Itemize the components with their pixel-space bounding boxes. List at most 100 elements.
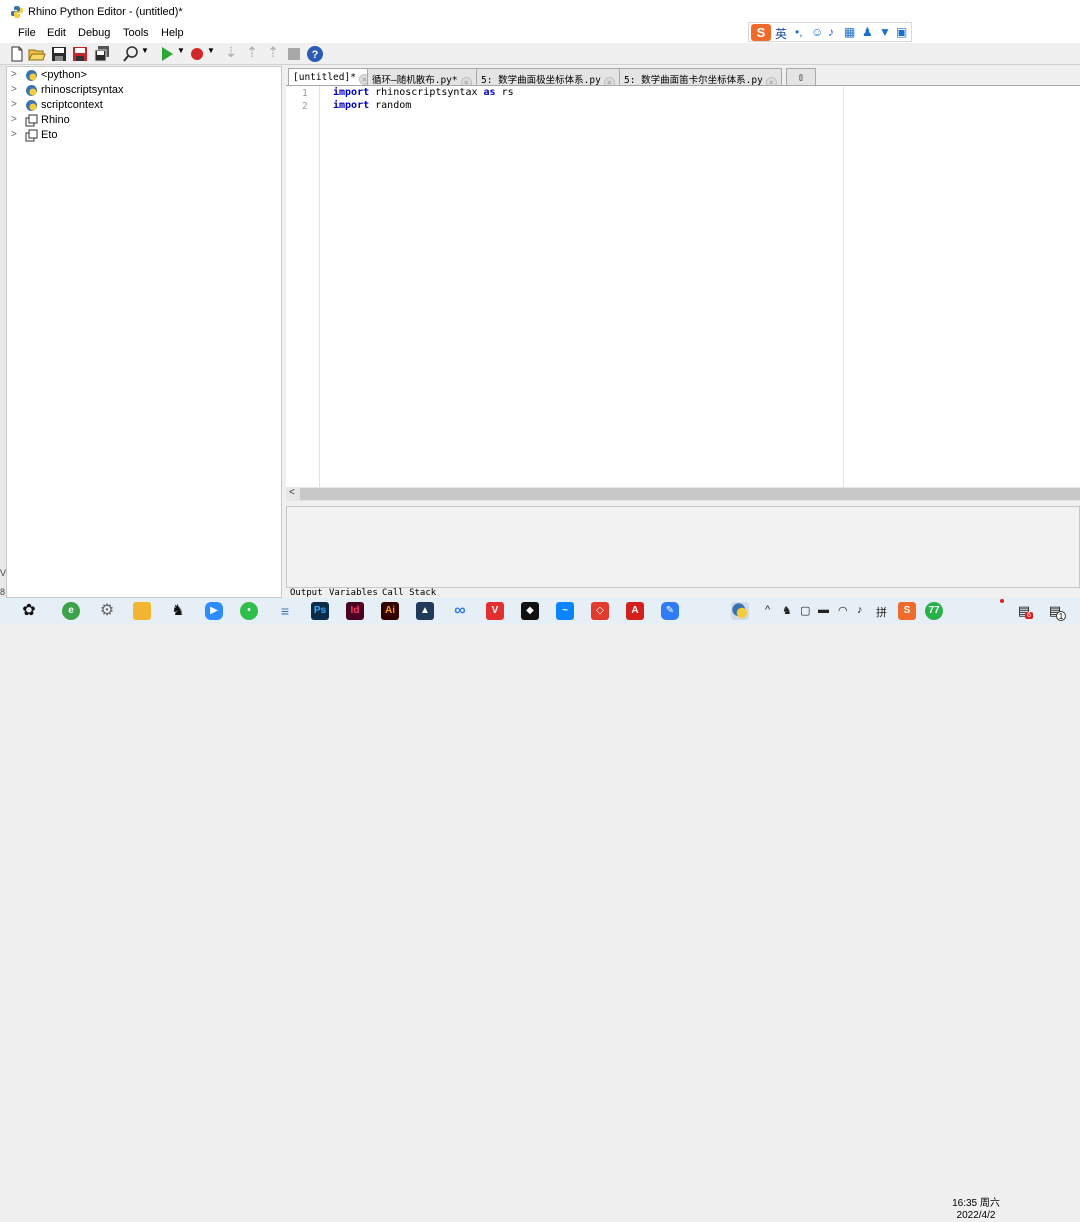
step-out-icon[interactable]: ⇡ (264, 44, 282, 62)
tab-call-stack[interactable]: Call Stack (382, 588, 436, 598)
save-as-icon[interactable] (71, 45, 89, 63)
qq-tray-icon[interactable]: ♞ (782, 604, 792, 617)
new-file-icon[interactable] (8, 45, 26, 63)
scroll-left-icon[interactable]: < (289, 487, 295, 498)
photoshop-icon[interactable]: Ps (311, 602, 329, 620)
chevron-right-icon[interactable]: > (11, 69, 21, 80)
illustrator-icon[interactable]: Ai (381, 602, 399, 620)
clock-time: 16:35 周六 (952, 1198, 1000, 1209)
ime-mode[interactable]: 英 (775, 25, 787, 42)
chevron-right-icon[interactable]: > (11, 114, 21, 125)
settings-gear-icon[interactable]: ⚙ (98, 602, 116, 620)
ime-toolbar[interactable]: S 英 •, ☺ ♪ ▦ ♟ ▼ ▣ (748, 22, 912, 42)
input-method-icon[interactable]: 拼 (876, 604, 887, 620)
tab-cartesian-surface[interactable]: 5: 数学曲面笛卡尔坐标体系.py × (619, 68, 782, 88)
code-keyword: import (333, 87, 370, 98)
tab-polar-surface[interactable]: 5: 数学曲面极坐标体系.py × (476, 68, 620, 88)
punctuation-icon[interactable]: •, (795, 25, 803, 39)
vray-icon[interactable]: V (486, 602, 504, 620)
chevron-right-icon[interactable]: > (11, 129, 21, 140)
battery-icon[interactable]: ▬ (818, 604, 829, 616)
tab-random-scatter[interactable]: 循环—随机散布.py* × (367, 68, 477, 88)
code-text: rhinoscriptsyntax (369, 87, 484, 98)
title-bar: Rhino Python Editor - (untitled)* (0, 0, 1080, 24)
breakpoint-icon[interactable] (188, 45, 206, 63)
microphone-icon[interactable]: ♪ (828, 25, 834, 39)
cat-app-icon[interactable]: ▲ (416, 602, 434, 620)
chat-tray-icon[interactable]: 77 (925, 602, 943, 620)
help-icon[interactable]: ? (306, 45, 324, 63)
tab-output[interactable]: Output (290, 588, 323, 598)
save-all-icon[interactable] (93, 45, 111, 63)
find-dropdown-icon[interactable]: ▼ (141, 46, 149, 64)
display-icon[interactable]: ▢ (800, 604, 810, 617)
stop-icon[interactable] (285, 45, 303, 63)
menu-edit[interactable]: Edit (45, 27, 68, 39)
acrobat-icon[interactable]: A (626, 602, 644, 620)
python-active-icon[interactable] (731, 602, 749, 620)
skin-icon[interactable]: ♟ (862, 25, 873, 39)
code-editor[interactable]: 1 2 import rhinoscriptsyntax as rs impor… (286, 85, 1080, 488)
indesign-icon[interactable]: Id (346, 602, 364, 620)
clock-dot-indicator (1000, 599, 1004, 603)
menu-help[interactable]: Help (159, 27, 186, 39)
tree-item-label: Rhino (41, 114, 70, 126)
menu-file[interactable]: File (16, 27, 38, 39)
baidu-netdisk-icon[interactable]: ∞ (451, 602, 469, 620)
tree-item-label: Eto (41, 129, 58, 141)
sketchup-icon[interactable]: ◇ (591, 602, 609, 620)
wifi-icon[interactable]: ◠ (838, 604, 848, 617)
system-clock[interactable]: 16:35 周六 2022/4/2 (952, 1198, 1000, 1222)
code-keyword: as (483, 87, 496, 98)
tab-untitled[interactable]: [untitled]* × (288, 68, 375, 85)
python-logo-icon (11, 6, 23, 18)
cloud-app-icon[interactable]: ~ (556, 602, 574, 620)
breakpoint-dropdown-icon[interactable]: ▼ (207, 46, 215, 64)
namespace-icon (25, 114, 38, 127)
scrollbar-thumb[interactable] (300, 488, 1080, 500)
step-into-icon[interactable]: ⇣ (222, 44, 240, 62)
step-over-icon[interactable]: ⇡ (243, 44, 261, 62)
open-folder-icon[interactable] (28, 45, 46, 63)
sogou-logo-icon[interactable]: S (751, 24, 771, 41)
python-icon (26, 85, 37, 96)
lark-icon[interactable]: ✎ (661, 602, 679, 620)
code-line[interactable]: import random (333, 100, 411, 111)
chevron-right-icon[interactable]: > (11, 99, 21, 110)
notification-badge: 1 (1056, 611, 1066, 621)
video-meeting-icon[interactable]: ▶ (205, 602, 223, 620)
python-icon (26, 100, 37, 111)
emoji-icon[interactable]: ☺ (811, 25, 823, 39)
tab-label: [untitled]* (293, 72, 356, 83)
run-icon[interactable] (158, 45, 176, 63)
menu-debug[interactable]: Debug (76, 27, 112, 39)
find-icon[interactable] (122, 45, 140, 63)
file-explorer-icon[interactable] (133, 602, 151, 620)
shirt-icon[interactable]: ▼ (879, 25, 891, 39)
qq-icon[interactable]: ♞ (169, 602, 187, 620)
start-menu-icon[interactable]: ✿ (20, 602, 38, 620)
autocomplete-tree-panel[interactable]: > <python> > rhinoscriptsyntax > scriptc… (6, 66, 282, 598)
menu-bar: File Edit Debug Tools Help (0, 24, 1080, 43)
code-text: rs (495, 87, 514, 98)
rhino-icon[interactable]: ◆ (521, 602, 539, 620)
new-tab-button[interactable]: ▯ (786, 68, 816, 85)
sogou-tray-icon[interactable]: S (898, 602, 916, 620)
tray-overflow-icon[interactable]: ^ (765, 604, 770, 616)
code-line[interactable]: import rhinoscriptsyntax as rs (333, 87, 514, 98)
output-panel[interactable] (286, 506, 1080, 588)
svg-text:?: ? (312, 49, 319, 61)
volume-icon[interactable]: ♪ (857, 604, 863, 616)
python-file-icon[interactable]: ≡ (276, 602, 294, 620)
grid-menu-icon[interactable]: ▣ (896, 25, 907, 39)
horizontal-scrollbar[interactable]: < (286, 487, 1080, 501)
keyboard-icon[interactable]: ▦ (844, 25, 855, 39)
browser-icon[interactable]: e (62, 602, 80, 620)
tab-variables[interactable]: Variables (329, 588, 378, 598)
wechat-icon[interactable]: • (240, 602, 258, 620)
run-dropdown-icon[interactable]: ▼ (177, 46, 185, 64)
rhino-python-editor-window: Rhino Python Editor - (untitled)* File E… (0, 0, 1080, 598)
chevron-right-icon[interactable]: > (11, 84, 21, 95)
menu-tools[interactable]: Tools (121, 27, 151, 39)
save-icon[interactable] (50, 45, 68, 63)
